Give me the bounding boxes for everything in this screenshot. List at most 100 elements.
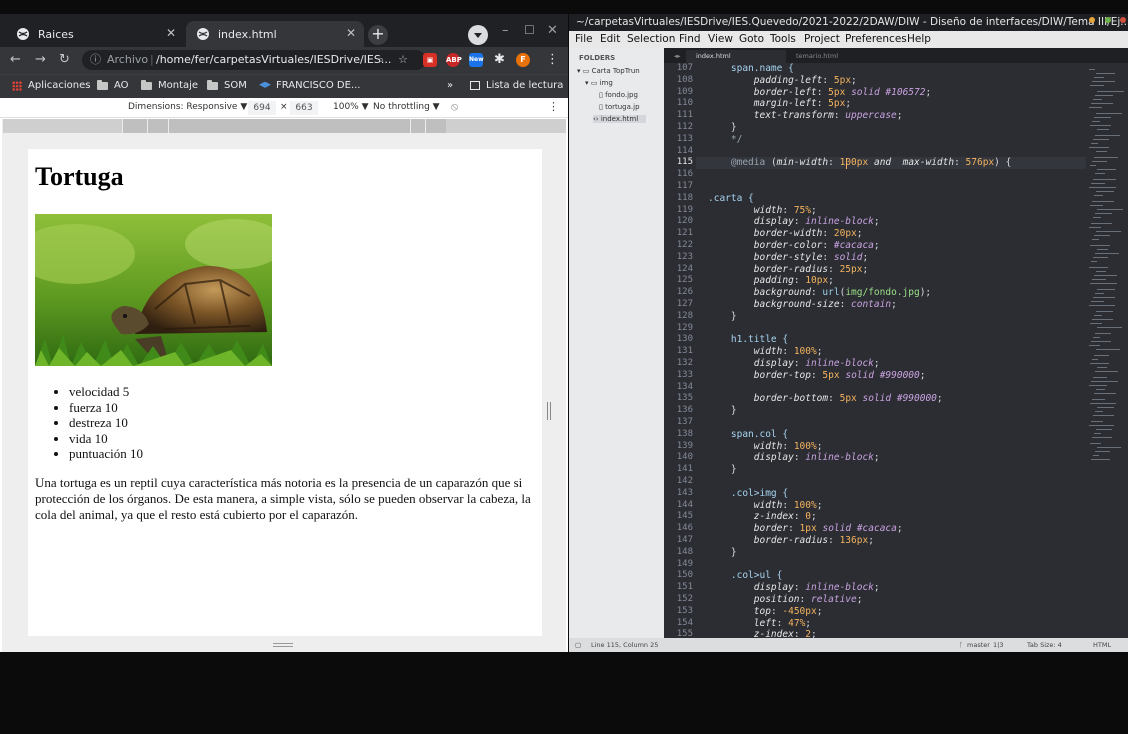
puzzle-icon[interactable]: ✱ xyxy=(494,52,505,68)
bookmark-ao[interactable]: AO xyxy=(97,79,129,91)
dimensions-dropdown[interactable]: Dimensions: Responsive ▼ xyxy=(128,102,247,112)
sidebar-item-index[interactable]: ‹› index.html xyxy=(593,115,647,123)
code-area[interactable]: span.name { padding-left: 5px; border-le… xyxy=(696,63,1086,642)
line-number: 133 xyxy=(676,369,693,380)
menu-help[interactable]: Help xyxy=(907,31,931,48)
bookmarks-overflow[interactable]: » xyxy=(447,80,453,91)
line-number: 117 xyxy=(676,181,693,191)
url-text[interactable]: /home/fer/carpetasVirtuales/IESDrive/IES… xyxy=(156,50,391,70)
bookmark-som[interactable]: SOM xyxy=(207,79,247,91)
git-branch[interactable]: master xyxy=(967,638,990,652)
code-line: .carta { xyxy=(708,192,754,204)
minimap-line xyxy=(1097,327,1122,328)
sidebar-item-fondo[interactable]: ▯ fondo.jpg xyxy=(599,91,638,99)
bookmark-montaje[interactable]: Montaje xyxy=(141,79,198,91)
minimize-icon[interactable]: – xyxy=(502,23,509,38)
bookmark-apps[interactable]: Aplicaciones xyxy=(12,80,90,91)
rendered-page: Tortuga • velocidad 5 • fuerza 10 • dest… xyxy=(28,149,542,636)
minimap-line xyxy=(1092,437,1112,438)
address-bar[interactable]: ⓘ Archivo | /home/fer/carpetasVirtuales/… xyxy=(82,50,426,70)
pdf-extension-icon[interactable]: ▣ xyxy=(423,53,437,67)
syntax-mode[interactable]: HTML xyxy=(1093,638,1111,652)
line-number: 128 xyxy=(676,310,693,321)
code-line: z-index: 0; xyxy=(753,511,817,523)
menu-goto[interactable]: Goto xyxy=(739,31,764,48)
graduation-cap-icon xyxy=(259,81,271,88)
bookmark-francisco[interactable]: FRANCISCO DE... xyxy=(259,80,360,91)
line-number: 120 xyxy=(676,216,693,227)
close-icon[interactable]: ✕ xyxy=(166,26,176,40)
code-line: border-bottom: 5px solid #990000; xyxy=(753,393,943,405)
code-line: } xyxy=(708,464,737,476)
throttling-dropdown[interactable]: No throttling ▼ xyxy=(373,102,440,112)
list-item: velocidad 5 xyxy=(69,384,143,400)
width-resize-handle[interactable] xyxy=(547,402,551,420)
minimap-line xyxy=(1097,249,1108,250)
status-square-icon[interactable]: ▢ xyxy=(575,638,581,652)
tab-index[interactable]: index.html ✕ xyxy=(186,21,364,47)
editor-tab-index[interactable]: index.html xyxy=(686,50,786,63)
editor-tab-temario[interactable]: temario.html xyxy=(786,50,886,63)
height-input[interactable]: 663 xyxy=(290,101,318,115)
close-icon[interactable]: ✕ xyxy=(346,26,356,40)
zoom-search-icon[interactable]: ⌕ xyxy=(378,50,384,70)
minimap-line xyxy=(1093,217,1101,218)
new-extension-icon[interactable]: New xyxy=(469,53,484,67)
width-input[interactable]: 694 xyxy=(248,101,276,115)
star-icon[interactable]: ☆ xyxy=(398,50,408,70)
line-number: 122 xyxy=(676,240,693,250)
minimap-line xyxy=(1089,227,1101,228)
dimension-times: × xyxy=(280,102,288,112)
list-item: vida 10 xyxy=(69,431,143,447)
menu-file[interactable]: File xyxy=(575,31,593,48)
device-toolbar: Dimensions: Responsive ▼ 694 × 663 100% … xyxy=(0,98,568,118)
line-number: 114 xyxy=(676,145,693,156)
menu-project[interactable]: Project xyxy=(804,31,840,48)
line-number: 146 xyxy=(676,523,693,534)
tab-raices[interactable]: Raices ✕ xyxy=(6,21,184,47)
line-number: 119 xyxy=(676,204,693,215)
reload-icon[interactable]: ↻ xyxy=(59,52,70,68)
more-options-icon[interactable]: ⋮ xyxy=(548,100,559,113)
minimap-line xyxy=(1091,421,1103,422)
code-line: text-transform: uppercase; xyxy=(753,110,903,122)
info-icon[interactable]: ⓘ xyxy=(90,50,101,70)
minimap-line xyxy=(1089,147,1109,148)
menu-edit[interactable]: Edit xyxy=(600,31,620,48)
tab-size[interactable]: Tab Size: 4 xyxy=(1027,638,1062,652)
code-line: } xyxy=(708,122,737,133)
maximize-icon[interactable] xyxy=(1105,17,1111,23)
menu-selection[interactable]: Selection xyxy=(627,31,675,48)
editor-tabs: ◂▸ index.html temario.html xyxy=(664,48,1128,63)
window-close-icon[interactable]: ✕ xyxy=(547,23,558,38)
sidebar-item-project[interactable]: ▾ ▭ Carta TopTrun xyxy=(577,67,640,75)
folder-icon xyxy=(207,79,218,90)
menu-find[interactable]: Find xyxy=(679,31,701,48)
minimize-icon[interactable] xyxy=(1089,17,1095,23)
minimap[interactable] xyxy=(1086,63,1128,642)
tab-search-button[interactable] xyxy=(468,25,488,45)
zoom-dropdown[interactable]: 100% ▼ xyxy=(333,102,369,112)
menu-icon[interactable]: ⋮ xyxy=(546,52,559,68)
tab-scroll-arrows[interactable]: ◂▸ xyxy=(664,50,684,63)
adblock-extension-icon[interactable]: ABP xyxy=(446,53,462,67)
profile-avatar[interactable]: F xyxy=(516,53,530,67)
maximize-icon[interactable]: ☐ xyxy=(524,23,535,37)
sidebar-item-img[interactable]: ▾ ▭ img xyxy=(585,79,613,87)
minimap-line xyxy=(1090,125,1111,126)
reading-list[interactable]: Lista de lectura xyxy=(470,80,563,91)
code-line: border-style: solid; xyxy=(753,251,869,263)
code-line: width: 100%; xyxy=(753,499,823,511)
folder-icon: ▭ xyxy=(582,67,590,75)
menu-preferences[interactable]: Preferences xyxy=(845,31,907,48)
rotate-icon[interactable]: ⦸ xyxy=(451,100,458,114)
menu-view[interactable]: View xyxy=(708,31,733,48)
forward-icon[interactable]: → xyxy=(35,52,46,68)
sidebar-item-tortuga[interactable]: ▯ tortuga.jp xyxy=(599,103,640,111)
new-tab-button[interactable]: + xyxy=(368,25,388,45)
height-resize-handle[interactable] xyxy=(273,643,293,647)
close-icon[interactable] xyxy=(1120,17,1126,23)
back-icon[interactable]: ← xyxy=(10,52,21,68)
media-query-ruler[interactable] xyxy=(2,119,566,133)
menu-tools[interactable]: Tools xyxy=(770,31,796,48)
